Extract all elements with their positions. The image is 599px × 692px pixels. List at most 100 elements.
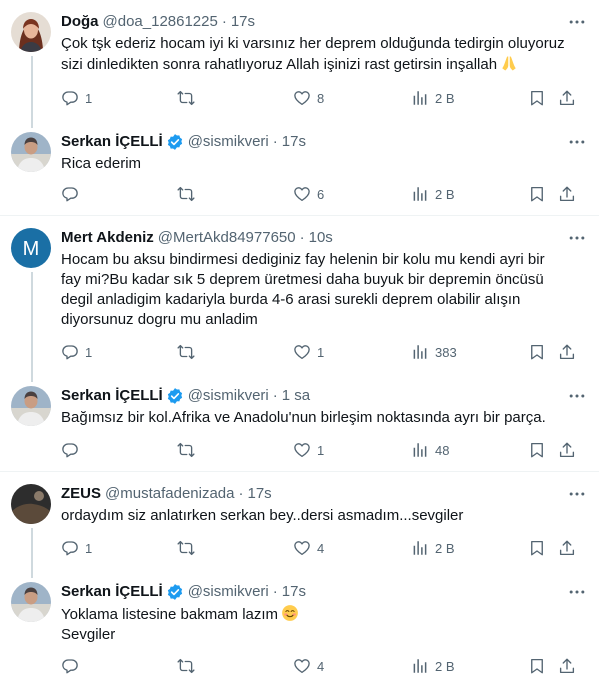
like-button[interactable]: 8 — [293, 88, 324, 108]
views-button[interactable]: 2 B — [411, 184, 455, 204]
more-dots-icon[interactable] — [567, 484, 587, 504]
more-dots-icon[interactable] — [567, 582, 587, 602]
reply-button[interactable] — [61, 440, 79, 460]
avatar[interactable] — [11, 484, 51, 524]
bookmark-button[interactable] — [528, 538, 546, 558]
more-dots-icon[interactable] — [567, 228, 587, 248]
share-button[interactable] — [558, 656, 576, 676]
view-count: 2 B — [435, 90, 455, 106]
reply-button[interactable] — [61, 184, 79, 204]
avatar[interactable] — [11, 582, 51, 622]
display-name[interactable]: Mert Akdeniz — [61, 228, 154, 248]
view-count: 2 B — [435, 186, 455, 202]
bookmark-button[interactable] — [528, 656, 546, 676]
user-handle[interactable]: @sismikveri — [188, 386, 269, 406]
share-button[interactable] — [558, 538, 576, 558]
tweet[interactable]: Serkan İÇELLİ @sismikveri · 1 sa Bağımsı… — [0, 374, 599, 472]
tweet-text-line: degil anladigim kadariyla burda 4-6 aras… — [61, 291, 521, 308]
reply-button[interactable] — [61, 656, 79, 676]
retweet-button[interactable] — [177, 656, 195, 676]
retweet-arrows-icon — [177, 89, 195, 107]
views-button[interactable]: 48 — [411, 440, 449, 460]
retweet-button[interactable] — [177, 440, 195, 460]
tweet[interactable]: M Mert Akdeniz @MertAkd84977650 · 10s Ho… — [0, 216, 599, 374]
avatar[interactable]: M — [11, 228, 51, 268]
retweet-arrows-icon — [177, 441, 195, 459]
more-dots-icon[interactable] — [567, 12, 587, 32]
bookmark-button[interactable] — [528, 342, 546, 362]
display-name[interactable]: Serkan İÇELLİ — [61, 582, 163, 602]
tweet-text: Hocam bu aksu bindirmesi dediginiz fay h… — [61, 250, 587, 330]
share-button[interactable] — [558, 88, 576, 108]
more-dots-icon[interactable] — [567, 132, 587, 152]
bookmark-icon — [528, 89, 546, 107]
retweet-button[interactable] — [177, 342, 195, 362]
heart-icon — [293, 89, 311, 107]
reply-count: 1 — [85, 540, 93, 556]
like-button[interactable]: 1 — [293, 342, 324, 362]
display-name[interactable]: Serkan İÇELLİ — [61, 132, 163, 152]
like-button[interactable]: 4 — [293, 538, 324, 558]
heart-icon — [293, 343, 311, 361]
avatar[interactable] — [11, 132, 51, 172]
heart-icon — [293, 539, 311, 557]
like-count: 8 — [317, 90, 325, 106]
tweet-header: Doğa @doa_12861225 · 17s — [61, 12, 587, 32]
like-button[interactable]: 6 — [293, 184, 324, 204]
like-button[interactable]: 4 — [293, 656, 324, 676]
timestamp[interactable]: 1 sa — [282, 386, 310, 406]
bookmark-button[interactable] — [528, 440, 546, 460]
more-dots-icon[interactable] — [567, 386, 587, 406]
tweet-text-line: sizi dinledikten sonra rahatlıyoruz Alla… — [61, 56, 498, 73]
tweet[interactable]: Serkan İÇELLİ @sismikveri · 17s Yoklama … — [0, 570, 599, 692]
timestamp[interactable]: 10s — [309, 228, 333, 248]
user-handle[interactable]: @doa_12861225 — [103, 12, 218, 32]
reply-button[interactable]: 1 — [61, 88, 92, 108]
retweet-button[interactable] — [177, 88, 195, 108]
verified-badge-icon — [166, 133, 184, 151]
user-handle[interactable]: @MertAkd84977650 — [158, 228, 296, 248]
avatar-letter: M — [23, 238, 40, 260]
tweet-header: Serkan İÇELLİ @sismikveri · 1 sa — [61, 386, 587, 406]
retweet-button[interactable] — [177, 184, 195, 204]
share-button[interactable] — [558, 184, 576, 204]
retweet-button[interactable] — [177, 538, 195, 558]
timestamp[interactable]: 17s — [248, 484, 272, 504]
tweet-text-line: ordaydım siz anlatırken serkan bey..ders… — [61, 507, 464, 524]
display-name[interactable]: ZEUS — [61, 484, 101, 504]
tweet[interactable]: Doğa @doa_12861225 · 17s Çok tşk ederiz … — [0, 0, 599, 120]
tweet-header: Serkan İÇELLİ @sismikveri · 17s — [61, 582, 587, 602]
views-button[interactable]: 383 — [411, 342, 457, 362]
tweet-text: ordaydım siz anlatırken serkan bey..ders… — [61, 506, 587, 526]
reply-button[interactable]: 1 — [61, 538, 92, 558]
avatar[interactable] — [11, 386, 51, 426]
like-button[interactable]: 1 — [293, 440, 324, 460]
views-button[interactable]: 2 B — [411, 88, 455, 108]
user-handle[interactable]: @sismikveri — [188, 582, 269, 602]
tweet[interactable]: ZEUS @mustafadenizada · 17s ordaydım siz… — [0, 472, 599, 570]
timestamp[interactable]: 17s — [282, 582, 306, 602]
share-button[interactable] — [558, 342, 576, 362]
display-name[interactable]: Serkan İÇELLİ — [61, 386, 163, 406]
separator-dot: · — [272, 387, 278, 404]
user-handle[interactable]: @mustafadenizada — [105, 484, 234, 504]
bookmark-button[interactable] — [528, 88, 546, 108]
views-button[interactable]: 2 B — [411, 656, 455, 676]
upload-share-icon — [558, 89, 576, 107]
avatar[interactable] — [11, 12, 51, 52]
views-button[interactable]: 2 B — [411, 538, 455, 558]
tweet-text-line: Yoklama listesine bakmam lazım — [61, 606, 279, 623]
reply-button[interactable]: 1 — [61, 342, 92, 362]
bookmark-button[interactable] — [528, 184, 546, 204]
timestamp[interactable]: 17s — [231, 12, 255, 32]
user-handle[interactable]: @sismikveri — [188, 132, 269, 152]
timestamp[interactable]: 17s — [282, 132, 306, 152]
retweet-arrows-icon — [177, 657, 195, 675]
tweet[interactable]: Serkan İÇELLİ @sismikveri · 17s Rica ede… — [0, 120, 599, 216]
bookmark-icon — [528, 539, 546, 557]
reply-count: 1 — [85, 90, 93, 106]
display-name[interactable]: Doğa — [61, 12, 99, 32]
action-bar: 4 2 B — [61, 656, 587, 676]
upload-share-icon — [558, 441, 576, 459]
share-button[interactable] — [558, 440, 576, 460]
